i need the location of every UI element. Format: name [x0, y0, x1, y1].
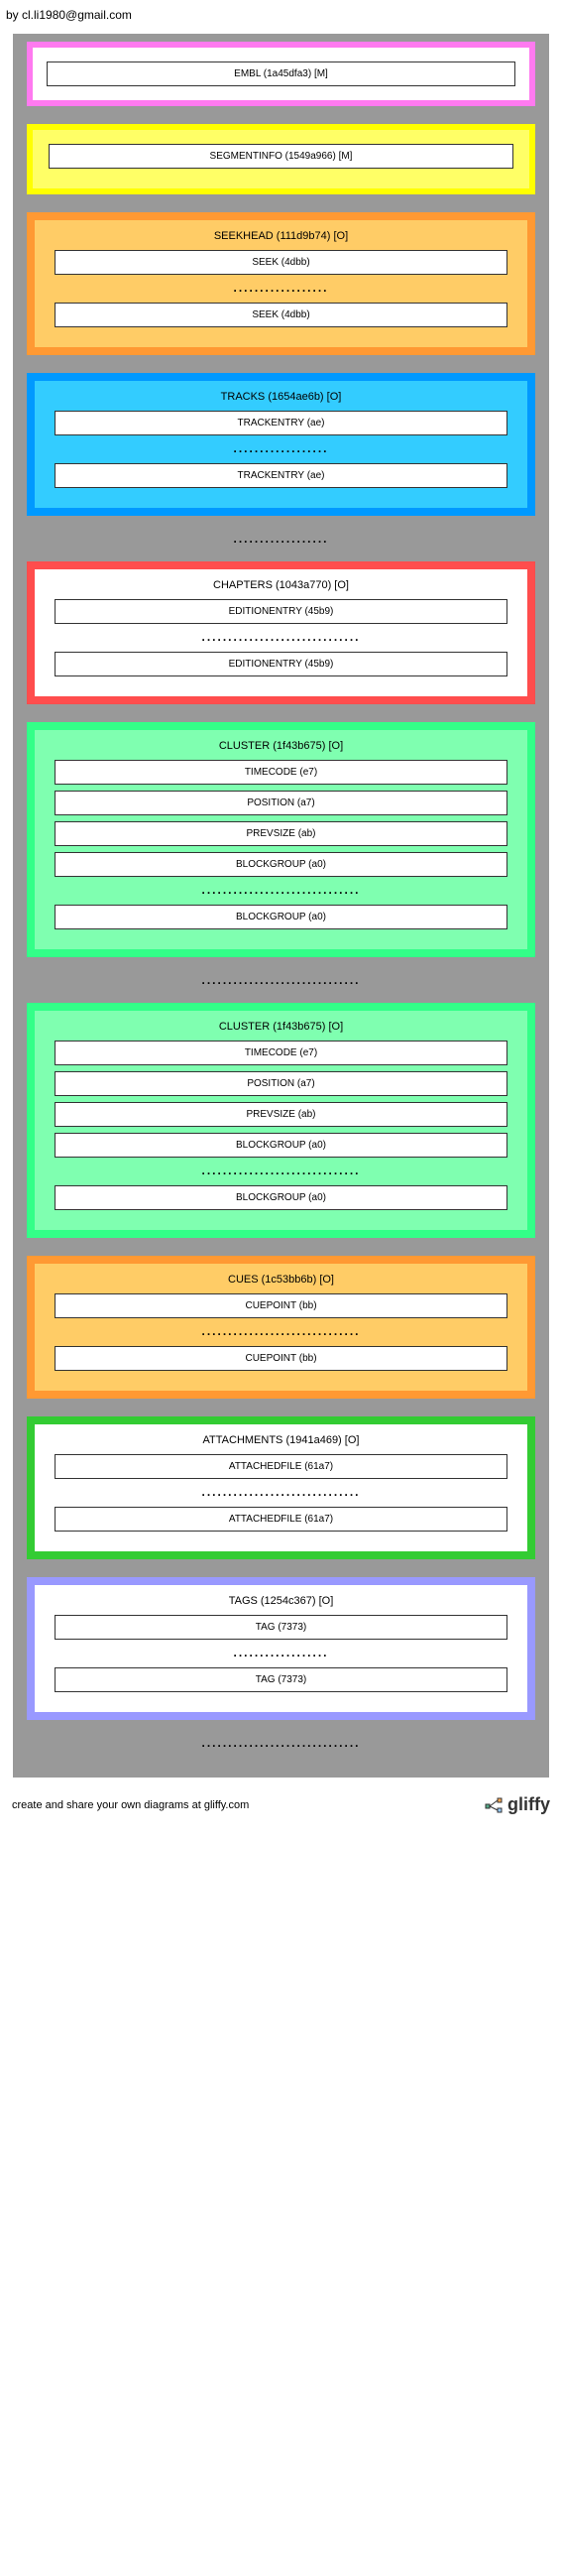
item-blockgroup-2a: BLOCKGROUP (a0) [55, 1133, 507, 1158]
gliffy-icon [484, 1795, 504, 1815]
item-trackentry-2: TRACKENTRY (ae) [55, 463, 507, 488]
item-seek-1: SEEK (4dbb) [55, 250, 507, 275]
dots: .............................. [45, 1324, 517, 1338]
item-trackentry-1: TRACKENTRY (ae) [55, 411, 507, 435]
footer: create and share your own diagrams at gl… [0, 1788, 562, 1829]
block-tags: TAGS (1254c367) [O] TAG (7373) .........… [27, 1577, 535, 1720]
dots-between-clusters: .............................. [13, 973, 549, 987]
title-attachments: ATTACHMENTS (1941a469) [O] [45, 1434, 517, 1446]
gliffy-logo: gliffy [484, 1794, 550, 1815]
dots: .............................. [45, 1485, 517, 1499]
item-blockgroup-2b: BLOCKGROUP (a0) [55, 1185, 507, 1210]
dots: .............................. [45, 883, 517, 897]
item-position-2: POSITION (a7) [55, 1071, 507, 1096]
item-attachedfile-2: ATTACHEDFILE (61a7) [55, 1507, 507, 1532]
dots: .............................. [45, 630, 517, 644]
dots: .................. [45, 1646, 517, 1659]
block-segmentinfo: SEGMENTINFO (1549a966) [M] [27, 124, 535, 194]
title-tags: TAGS (1254c367) [O] [45, 1595, 517, 1607]
item-prevsize-2: PREVSIZE (ab) [55, 1102, 507, 1127]
title-cues: CUES (1c53bb6b) [O] [45, 1274, 517, 1286]
block-cues: CUES (1c53bb6b) [O] CUEPOINT (bb) ......… [27, 1256, 535, 1399]
block-chapters: CHAPTERS (1043a770) [O] EDITIONENTRY (45… [27, 561, 535, 704]
item-editionentry-1: EDITIONENTRY (45b9) [55, 599, 507, 624]
footer-text: create and share your own diagrams at gl… [12, 1799, 249, 1811]
block-seekhead: SEEKHEAD (111d9b74) [O] SEEK (4dbb) ....… [27, 212, 535, 355]
item-editionentry-2: EDITIONENTRY (45b9) [55, 652, 507, 676]
item-position-1: POSITION (a7) [55, 791, 507, 815]
item-attachedfile-1: ATTACHEDFILE (61a7) [55, 1454, 507, 1479]
item-tag-2: TAG (7373) [55, 1667, 507, 1692]
item-timecode-2: TIMECODE (e7) [55, 1041, 507, 1065]
item-cuepoint-2: CUEPOINT (bb) [55, 1346, 507, 1371]
block-attachments: ATTACHMENTS (1941a469) [O] ATTACHEDFILE … [27, 1416, 535, 1559]
item-tag-1: TAG (7373) [55, 1615, 507, 1640]
title-seekhead: SEEKHEAD (111d9b74) [O] [45, 230, 517, 242]
item-cuepoint-1: CUEPOINT (bb) [55, 1293, 507, 1318]
item-seek-2: SEEK (4dbb) [55, 303, 507, 327]
dots-after-tracks: .................. [13, 532, 549, 546]
item-timecode-1: TIMECODE (e7) [55, 760, 507, 785]
item-blockgroup-1b: BLOCKGROUP (a0) [55, 905, 507, 929]
block-embl: EMBL (1a45dfa3) [M] [27, 42, 535, 106]
item-prevsize-1: PREVSIZE (ab) [55, 821, 507, 846]
title-tracks: TRACKS (1654ae6b) [O] [45, 391, 517, 403]
dots: .............................. [45, 1164, 517, 1177]
author-line: by cl.li1980@gmail.com [0, 0, 562, 28]
diagram-canvas: EMBL (1a45dfa3) [M] SEGMENTINFO (1549a96… [12, 33, 550, 1779]
item-segmentinfo: SEGMENTINFO (1549a966) [M] [49, 144, 513, 169]
gliffy-text: gliffy [507, 1794, 550, 1815]
item-embl: EMBL (1a45dfa3) [M] [47, 61, 515, 86]
title-chapters: CHAPTERS (1043a770) [O] [45, 579, 517, 591]
dots-end: .............................. [13, 1736, 549, 1750]
title-cluster-1: CLUSTER (1f43b675) [O] [45, 740, 517, 752]
item-blockgroup-1a: BLOCKGROUP (a0) [55, 852, 507, 877]
block-tracks: TRACKS (1654ae6b) [O] TRACKENTRY (ae) ..… [27, 373, 535, 516]
dots: .................. [45, 281, 517, 295]
block-cluster-2: CLUSTER (1f43b675) [O] TIMECODE (e7) POS… [27, 1003, 535, 1238]
dots: .................. [45, 441, 517, 455]
block-cluster-1: CLUSTER (1f43b675) [O] TIMECODE (e7) POS… [27, 722, 535, 957]
title-cluster-2: CLUSTER (1f43b675) [O] [45, 1021, 517, 1033]
